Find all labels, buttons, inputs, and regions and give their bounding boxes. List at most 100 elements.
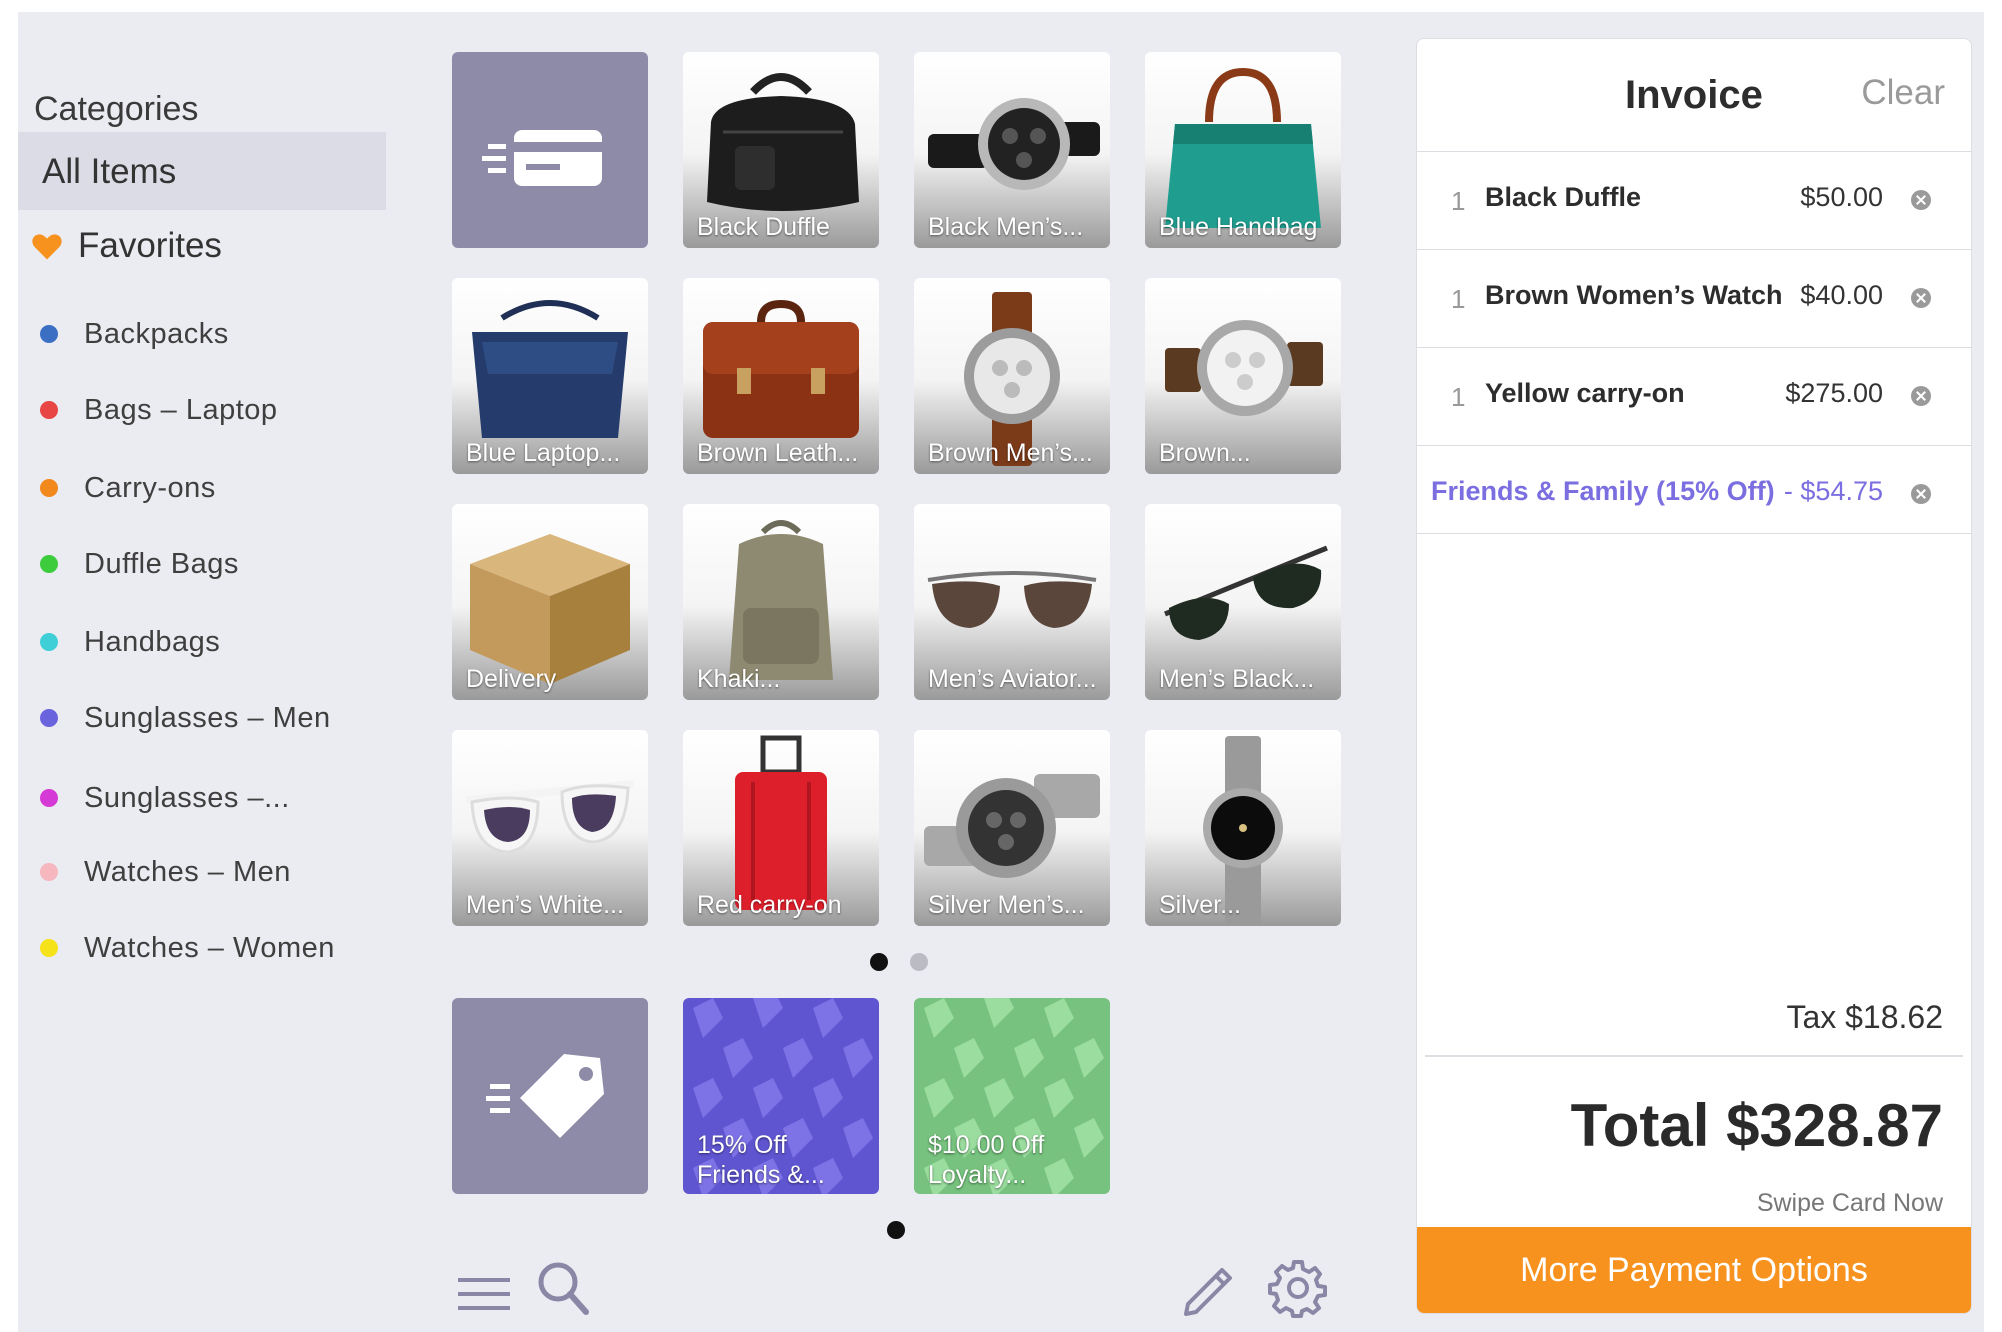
line-price: $275.00 bbox=[1785, 378, 1883, 408]
discount-tile[interactable]: $10.00 Off Loyalty... bbox=[914, 998, 1110, 1194]
category-carry-ons[interactable]: Carry-ons bbox=[40, 468, 216, 508]
product-tile[interactable]: Black Men’s... bbox=[914, 52, 1110, 248]
product-label: Khaki... bbox=[697, 665, 781, 693]
invoice-title: Invoice bbox=[1625, 73, 1763, 117]
more-payment-options-button[interactable]: More Payment Options bbox=[1417, 1227, 1971, 1313]
product-label: Brown Leath... bbox=[697, 439, 859, 467]
category-backpacks[interactable]: Backpacks bbox=[40, 314, 229, 354]
line-qty: 1 bbox=[1451, 284, 1466, 314]
discount-label: 15% Off Friends &... bbox=[697, 1130, 873, 1190]
category-watches-men[interactable]: Watches – Men bbox=[40, 852, 291, 892]
page-indicator-active[interactable] bbox=[870, 953, 888, 971]
remove-line-icon[interactable] bbox=[1911, 190, 1931, 210]
category-color-dot bbox=[40, 789, 58, 807]
product-label: Silver Men’s... bbox=[928, 891, 1085, 919]
category-all-items[interactable]: All Items bbox=[18, 132, 386, 210]
product-label: Delivery bbox=[466, 665, 557, 693]
category-label: Sunglasses –... bbox=[84, 781, 290, 814]
product-tile[interactable]: Men’s Aviator... bbox=[914, 504, 1110, 700]
category-label: Watches – Women bbox=[84, 931, 335, 964]
category-bags-laptop[interactable]: Bags – Laptop bbox=[40, 390, 278, 430]
line-price: $40.00 bbox=[1800, 280, 1883, 310]
product-tile[interactable]: Men’s White... bbox=[452, 730, 648, 926]
discount-tile[interactable]: 15% Off Friends &... bbox=[683, 998, 879, 1194]
line-name: Black Duffle bbox=[1485, 182, 1642, 212]
custom-amount-tile[interactable] bbox=[452, 52, 648, 248]
invoice-panel: Invoice Clear 1 Black Duffle $50.00 1 Br… bbox=[1416, 38, 1972, 1314]
category-color-dot bbox=[40, 633, 58, 651]
line-name: Yellow carry-on bbox=[1485, 378, 1685, 408]
category-favorites[interactable]: Favorites bbox=[30, 224, 222, 268]
category-label: Bags – Laptop bbox=[84, 393, 278, 426]
category-color-dot bbox=[40, 709, 58, 727]
invoice-line-item[interactable]: 1 Black Duffle $50.00 bbox=[1417, 151, 1971, 249]
discount-label-line2: Loyalty... bbox=[928, 1161, 1027, 1189]
invoice-divider bbox=[1417, 533, 1971, 534]
product-tile[interactable]: Silver Men’s... bbox=[914, 730, 1110, 926]
category-color-dot bbox=[40, 325, 58, 343]
discount-label-line1: 15% Off bbox=[697, 1131, 787, 1159]
product-label: Black Duffle bbox=[697, 213, 830, 241]
product-tile[interactable]: Brown Leath... bbox=[683, 278, 879, 474]
product-tile[interactable]: Brown... bbox=[1145, 278, 1341, 474]
product-label: Men’s White... bbox=[466, 891, 624, 919]
invoice-discount-line[interactable]: Friends & Family (15% Off) - $54.75 bbox=[1417, 445, 1971, 543]
discount-name: Friends & Family (15% Off) bbox=[1431, 476, 1775, 506]
product-label: Men’s Black... bbox=[1159, 665, 1315, 693]
product-label: Brown... bbox=[1159, 439, 1251, 467]
pos-app: Categories All Items Favorites Backpacks… bbox=[18, 12, 1984, 1332]
category-sunglasses-women[interactable]: Sunglasses –... bbox=[40, 778, 290, 818]
search-icon[interactable] bbox=[536, 1260, 590, 1316]
category-label: Carry-ons bbox=[84, 471, 216, 504]
product-tile[interactable]: Khaki... bbox=[683, 504, 879, 700]
page-indicator-active[interactable] bbox=[887, 1221, 905, 1239]
line-name: Brown Women’s Watch bbox=[1485, 280, 1783, 310]
product-label: Blue Handbag bbox=[1159, 213, 1318, 241]
tag-list-icon bbox=[486, 1054, 604, 1138]
clear-button[interactable]: Clear bbox=[1861, 73, 1945, 113]
category-handbags[interactable]: Handbags bbox=[40, 622, 220, 662]
pencil-icon[interactable] bbox=[1178, 1256, 1238, 1316]
category-all-items-label: All Items bbox=[42, 152, 177, 191]
product-tile[interactable]: Black Duffle bbox=[683, 52, 879, 248]
category-duffle-bags[interactable]: Duffle Bags bbox=[40, 544, 239, 584]
product-label: Silver... bbox=[1159, 891, 1241, 919]
swipe-card-prompt: Swipe Card Now bbox=[1756, 1189, 1943, 1217]
product-label: Blue Laptop... bbox=[466, 439, 621, 467]
discount-amount: - $54.75 bbox=[1783, 476, 1883, 506]
category-label: Handbags bbox=[84, 625, 221, 658]
invoice-line-item[interactable]: 1 Brown Women’s Watch $40.00 bbox=[1417, 249, 1971, 347]
category-color-dot bbox=[40, 555, 58, 573]
invoice-line-item[interactable]: 1 Yellow carry-on $275.00 bbox=[1417, 347, 1971, 445]
remove-discount-icon[interactable] bbox=[1911, 484, 1931, 504]
categories-title: Categories bbox=[34, 90, 199, 128]
category-color-dot bbox=[40, 939, 58, 957]
product-tile[interactable]: Delivery bbox=[452, 504, 648, 700]
card-list-icon bbox=[482, 130, 602, 186]
remove-line-icon[interactable] bbox=[1911, 386, 1931, 406]
page-indicator[interactable] bbox=[910, 953, 928, 971]
category-label: Watches – Men bbox=[84, 855, 291, 888]
category-label: Backpacks bbox=[84, 317, 229, 350]
category-watches-women[interactable]: Watches – Women bbox=[40, 928, 335, 968]
menu-icon[interactable] bbox=[456, 1274, 512, 1314]
line-qty: 1 bbox=[1451, 382, 1466, 412]
product-tile[interactable]: Blue Handbag bbox=[1145, 52, 1341, 248]
remove-line-icon[interactable] bbox=[1911, 288, 1931, 308]
product-tile[interactable]: Brown Men’s... bbox=[914, 278, 1110, 474]
product-label: Red carry-on bbox=[697, 891, 842, 919]
discount-label-line1: $10.00 Off bbox=[928, 1131, 1045, 1159]
gear-icon[interactable] bbox=[1268, 1258, 1328, 1318]
product-tile[interactable]: Red carry-on bbox=[683, 730, 879, 926]
category-sunglasses-men[interactable]: Sunglasses – Men bbox=[40, 698, 331, 738]
category-label: Duffle Bags bbox=[84, 547, 239, 580]
discount-tile[interactable] bbox=[452, 998, 648, 1194]
product-tile[interactable]: Silver... bbox=[1145, 730, 1341, 926]
product-tile[interactable]: Blue Laptop... bbox=[452, 278, 648, 474]
category-color-dot bbox=[40, 479, 58, 497]
line-price: $50.00 bbox=[1800, 182, 1883, 212]
discount-label: $10.00 Off Loyalty... bbox=[928, 1130, 1104, 1190]
category-color-dot bbox=[40, 863, 58, 881]
product-tile[interactable]: Men’s Black... bbox=[1145, 504, 1341, 700]
discount-label-line2: Friends &... bbox=[697, 1161, 825, 1189]
